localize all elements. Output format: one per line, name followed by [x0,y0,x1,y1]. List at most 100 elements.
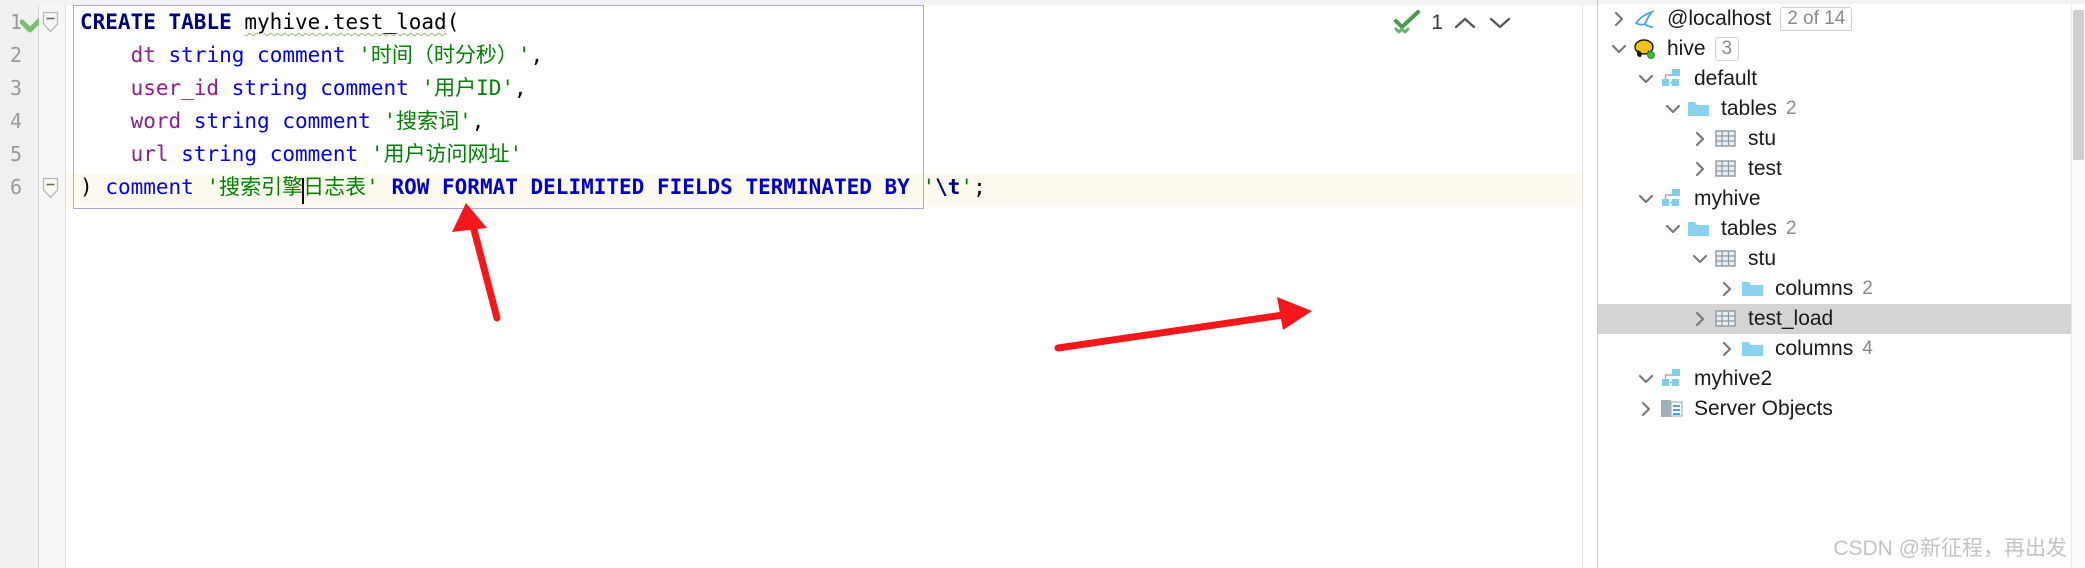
tree-scrollbar-track[interactable] [2071,4,2085,568]
chevron-right-icon[interactable] [1608,8,1630,30]
code-token: ' [960,175,974,199]
tree-node-server-objects[interactable]: Server Objects [1598,394,2071,424]
code-line[interactable]: ) comment '搜索引擎日志表' ROW FORMAT DELIMITED… [80,171,986,204]
fold-collapse-icon-line1[interactable] [42,11,59,33]
tree-scrollbar-thumb[interactable] [2073,10,2084,160]
tree-node-test[interactable]: test [1598,154,2071,184]
tree-node-label: myhive2 [1694,367,1773,390]
code-token: '用户ID' [421,76,515,100]
code-token: ; [973,175,986,199]
sql-editor-pane: 123456 CREATE TABLE myhive.test_load(dt… [0,0,1597,568]
tree-node-stu[interactable]: stu [1598,244,2071,274]
tree-twisty[interactable] [1633,366,1659,392]
code-token: myhive.test_load [244,10,447,34]
chevron-right-icon[interactable] [1689,308,1711,330]
tree-node-icon [1632,37,1658,61]
folder-icon [1742,282,1763,296]
tree-node-icon [1713,127,1739,151]
tree-node-icon [1632,7,1658,31]
code-token: '搜索引擎日志表' [206,175,379,199]
tree-twisty[interactable] [1687,306,1713,332]
code-editing-area[interactable]: CREATE TABLE myhive.test_load( dt string… [66,5,1597,568]
database-explorer-tree[interactable]: @localhost 2 of 14 hive 3 default tables 2 stu t… [1597,0,2085,568]
chevron-right-icon[interactable] [1689,128,1711,150]
tree-twisty[interactable] [1714,276,1740,302]
tree-twisty[interactable] [1606,36,1632,62]
code-token: ROW FORMAT DELIMITED FIELDS TERMINATED B… [391,175,910,199]
tree-twisty[interactable] [1687,156,1713,182]
chevron-down-icon[interactable] [1608,38,1630,60]
code-line[interactable]: url string comment '用户访问网址' [80,138,523,171]
tree-twisty[interactable] [1714,336,1740,362]
tree-node-columns[interactable]: columns 4 [1598,334,2071,364]
line-number: 2 [9,43,22,67]
inspection-widget[interactable]: 1 [1394,9,1513,37]
tree-twisty[interactable] [1633,66,1659,92]
tree-node-default[interactable]: default [1598,64,2071,94]
chevron-right-icon[interactable] [1716,338,1738,360]
chevron-right-icon[interactable] [1689,158,1711,180]
fold-collapse-icon-line6[interactable] [42,177,59,199]
csdn-watermark: CSDN @新征程，再出发 [1833,537,2067,560]
tree-node-label: stu [1748,247,1777,270]
code-line[interactable]: CREATE TABLE myhive.test_load( [80,6,459,39]
code-token: comment [320,76,409,100]
line-number: 4 [9,109,22,133]
tree-node-hive[interactable]: hive 3 [1598,34,2071,64]
code-line[interactable]: user_id string comment '用户ID', [80,72,527,105]
tree-node-test-load[interactable]: test_load [1598,304,2071,334]
tree-twisty[interactable] [1660,96,1686,122]
code-line[interactable]: word string comment '搜索词', [80,105,485,138]
tree-node-myhive[interactable]: myhive [1598,184,2071,214]
tree-node-myhive2[interactable]: myhive2 [1598,364,2071,394]
tree-twisty[interactable] [1606,6,1632,32]
tree-twisty[interactable] [1687,126,1713,152]
chevron-down-icon[interactable] [1635,368,1657,390]
tree-node-tables[interactable]: tables 2 [1598,214,2071,244]
code-line[interactable]: dt string comment '时间（时分秒）', [80,39,544,72]
chevron-down-icon[interactable] [1662,98,1684,120]
chevron-down-icon[interactable] [1635,188,1657,210]
chevron-right-icon[interactable] [1635,398,1657,420]
tree-node-label: test_load [1748,307,1834,330]
table-icon [1715,160,1736,177]
chevron-right-icon[interactable] [1716,278,1738,300]
code-token: '时间（时分秒）' [358,43,531,67]
hive-elephant-icon [1634,39,1655,59]
next-problem-button[interactable] [1487,10,1513,36]
tree-node-icon [1686,217,1712,241]
tree-node-label: tables [1721,97,1778,120]
line-number: 6 [9,175,22,199]
tree-node-columns[interactable]: columns 2 [1598,274,2071,304]
code-token: word [130,109,182,133]
tree-node-stu[interactable]: stu [1598,124,2071,154]
code-token: ' [922,175,936,199]
tree-node-localhost[interactable]: @localhost 2 of 14 [1598,4,2071,34]
editor-error-stripe[interactable] [1582,5,1597,568]
chevron-down-icon[interactable] [1689,248,1711,270]
code-token: ( [446,10,460,34]
tree-twisty[interactable] [1660,216,1686,242]
tree-twisty[interactable] [1633,396,1659,422]
chevron-down-icon[interactable] [1635,68,1657,90]
editor-fold-gutter[interactable] [39,5,66,568]
tree-twisty[interactable] [1633,186,1659,212]
editor-line-number-gutter: 1 2 3 4 5 6 [0,5,50,568]
previous-problem-button[interactable] [1452,10,1478,36]
tree-twisty[interactable] [1687,246,1713,272]
tree-node-tables[interactable]: tables 2 [1598,94,2071,124]
chevron-down-icon[interactable] [1662,218,1684,240]
code-token: url [130,142,169,166]
